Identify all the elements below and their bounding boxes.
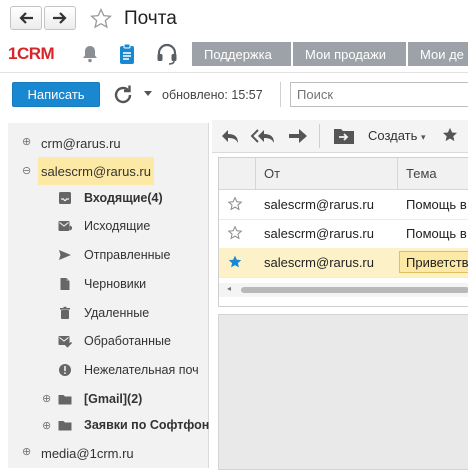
arrow-right-icon bbox=[53, 12, 67, 24]
column-header-from[interactable]: От bbox=[264, 166, 280, 181]
scrollbar-thumb[interactable] bbox=[241, 287, 468, 293]
toolbar-divider bbox=[280, 82, 281, 107]
mail-grid: От Тема salescrm@rarus.ru Помощь в sales… bbox=[218, 157, 468, 307]
expand-icon[interactable]: ⊕ bbox=[42, 392, 51, 405]
toolbar-divider bbox=[319, 124, 320, 148]
refresh-dropdown-caret-icon[interactable] bbox=[144, 91, 152, 97]
collapse-icon[interactable]: ⊖ bbox=[22, 164, 31, 177]
forward-mail-icon[interactable] bbox=[288, 128, 308, 144]
account-crm[interactable]: crm@rarus.ru bbox=[41, 136, 121, 151]
forward-button[interactable] bbox=[44, 6, 76, 30]
folder-label: Нежелательная поч bbox=[84, 363, 199, 377]
back-button[interactable] bbox=[10, 6, 42, 30]
favorite-star-icon[interactable] bbox=[89, 7, 113, 31]
clipboard-icon[interactable] bbox=[117, 43, 137, 65]
create-label: Создать bbox=[368, 128, 418, 143]
star-outline-icon[interactable] bbox=[227, 196, 243, 212]
menu-tab-my-deals[interactable]: Мои де bbox=[408, 42, 468, 66]
updated-status: обновлено: 15:57 bbox=[162, 88, 263, 102]
expand-icon[interactable]: ⊕ bbox=[22, 445, 31, 458]
mail-row[interactable]: salescrm@rarus.ru Помощь в bbox=[219, 219, 468, 249]
outbox-icon bbox=[58, 221, 72, 231]
folder-label: Обработанные bbox=[84, 334, 171, 348]
menu-tab-support[interactable]: Поддержка bbox=[192, 42, 291, 66]
mail-subject: Приветству bbox=[406, 255, 468, 270]
folder-icon bbox=[58, 395, 72, 405]
star-outline-icon[interactable] bbox=[227, 225, 243, 241]
create-dropdown[interactable]: Создать ▾ bbox=[368, 128, 426, 143]
account-media[interactable]: media@1crm.ru bbox=[41, 446, 134, 461]
mail-subject: Помощь в bbox=[406, 226, 467, 241]
star-filled-icon[interactable] bbox=[227, 254, 243, 270]
compose-button[interactable]: Написать bbox=[12, 82, 100, 107]
folder-label: Исходящие bbox=[84, 219, 151, 233]
folder-label: Удаленные bbox=[84, 306, 150, 320]
expand-icon[interactable]: ⊕ bbox=[42, 419, 51, 432]
refresh-icon[interactable] bbox=[112, 84, 134, 106]
folder-label: Черновики bbox=[84, 277, 147, 291]
mail-row[interactable]: salescrm@rarus.ru Помощь в bbox=[219, 190, 468, 220]
menu-tab-my-sales[interactable]: Мои продажи bbox=[293, 42, 406, 66]
folder-label: Заявки по Софтфон bbox=[84, 418, 210, 432]
reply-all-icon[interactable] bbox=[250, 127, 276, 145]
folder-icon bbox=[58, 421, 72, 431]
folder-label: Входящие(4) bbox=[84, 191, 163, 205]
column-header-subject[interactable]: Тема bbox=[406, 166, 437, 181]
column-divider bbox=[397, 158, 398, 189]
arrow-left-icon bbox=[19, 12, 33, 24]
mail-from: salescrm@rarus.ru bbox=[264, 226, 374, 241]
spam-icon bbox=[59, 364, 71, 376]
logo-text: 1CRM bbox=[8, 44, 55, 63]
bell-icon[interactable] bbox=[80, 44, 100, 64]
column-divider bbox=[255, 158, 256, 189]
trash-icon bbox=[60, 306, 70, 319]
move-to-folder-icon[interactable] bbox=[333, 127, 355, 145]
crm-logo[interactable]: 1CRM bbox=[8, 42, 55, 66]
search-input[interactable] bbox=[290, 82, 468, 107]
create-caret-icon: ▾ bbox=[421, 132, 426, 142]
mail-subject: Помощь в bbox=[406, 197, 467, 212]
divider bbox=[0, 72, 468, 73]
message-preview-pane bbox=[218, 314, 468, 470]
folder-label: Отправленные bbox=[84, 248, 171, 262]
star-filter-icon[interactable] bbox=[441, 126, 459, 144]
mail-from: salescrm@rarus.ru bbox=[264, 255, 374, 270]
horizontal-scrollbar[interactable]: ◂ bbox=[219, 283, 468, 297]
send-icon bbox=[59, 250, 71, 260]
page-title: Почта bbox=[124, 8, 177, 29]
draft-icon bbox=[60, 278, 70, 290]
mail-row-selected[interactable]: salescrm@rarus.ru Приветству bbox=[219, 248, 468, 278]
processed-icon bbox=[58, 336, 72, 348]
expand-icon[interactable]: ⊕ bbox=[22, 135, 31, 148]
inbox-icon bbox=[59, 192, 71, 204]
reply-icon[interactable] bbox=[220, 127, 240, 145]
headset-icon[interactable] bbox=[155, 42, 179, 66]
account-salescrm[interactable]: salescrm@rarus.ru bbox=[41, 164, 151, 179]
folder-label: [Gmail](2) bbox=[84, 392, 143, 406]
mail-from: salescrm@rarus.ru bbox=[264, 197, 374, 212]
scroll-left-icon[interactable]: ◂ bbox=[227, 284, 231, 293]
